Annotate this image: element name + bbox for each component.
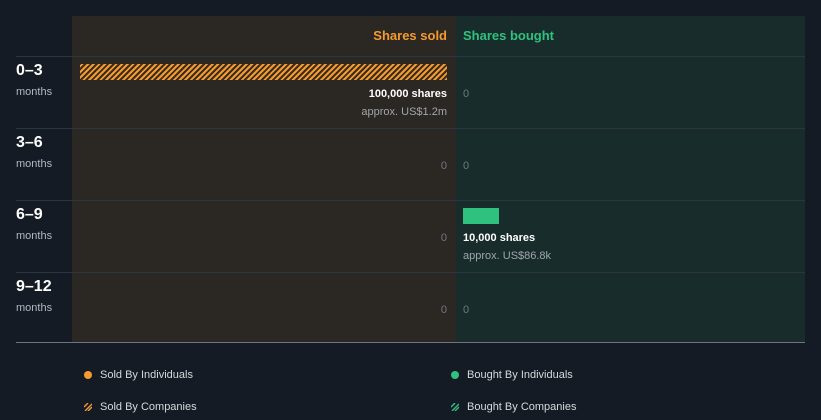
orange-dot-icon — [84, 371, 92, 379]
bought-zero-value: 0 — [463, 88, 470, 100]
row-separator — [16, 56, 805, 57]
period-unit: months — [16, 302, 53, 314]
period-label-3-6: 3–6 — [16, 134, 43, 151]
bar-bought-by-individuals-6-9[interactable] — [463, 208, 499, 224]
legend-bought-by-companies[interactable]: Bought By Companies — [451, 401, 576, 413]
period-unit: months — [16, 86, 53, 98]
green-dot-icon — [451, 371, 459, 379]
bought-zero-value: 0 — [463, 160, 470, 172]
bought-zero-value: 0 — [463, 304, 470, 316]
legend-bought-by-individuals[interactable]: Bought By Individuals — [451, 369, 573, 381]
period-unit: months — [16, 158, 53, 170]
green-hatch-icon — [451, 403, 459, 411]
sold-zero-value: 0 — [440, 304, 447, 316]
sold-zero-value: 0 — [440, 232, 447, 244]
period-label-6-9: 6–9 — [16, 206, 43, 223]
shares-bought-header: Shares bought — [463, 28, 555, 43]
sold-shares-label: 100,000 shares — [368, 88, 447, 100]
legend-sold-by-individuals[interactable]: Sold By Individuals — [84, 369, 193, 381]
period-label-9-12: 9–12 — [16, 278, 52, 295]
legend-label: Sold By Individuals — [100, 369, 193, 381]
baseline — [16, 342, 805, 343]
sold-zero-value: 0 — [440, 160, 447, 172]
row-separator — [16, 200, 805, 201]
legend-label: Sold By Companies — [100, 401, 197, 413]
bar-sold-by-companies-0-3[interactable] — [80, 64, 447, 80]
bought-approx-value: approx. US$86.8k — [463, 250, 552, 262]
row-separator — [16, 272, 805, 273]
legend-label: Bought By Individuals — [467, 369, 573, 381]
row-separator — [16, 128, 805, 129]
bought-shares-label: 10,000 shares — [463, 232, 536, 244]
shares-sold-header: Shares sold — [373, 28, 447, 43]
orange-hatch-icon — [84, 403, 92, 411]
shares-bought-panel — [456, 16, 805, 343]
sold-approx-value: approx. US$1.2m — [361, 106, 447, 118]
legend-sold-by-companies[interactable]: Sold By Companies — [84, 401, 197, 413]
period-unit: months — [16, 230, 53, 242]
period-label-0-3: 0–3 — [16, 62, 43, 79]
legend-label: Bought By Companies — [467, 401, 577, 413]
